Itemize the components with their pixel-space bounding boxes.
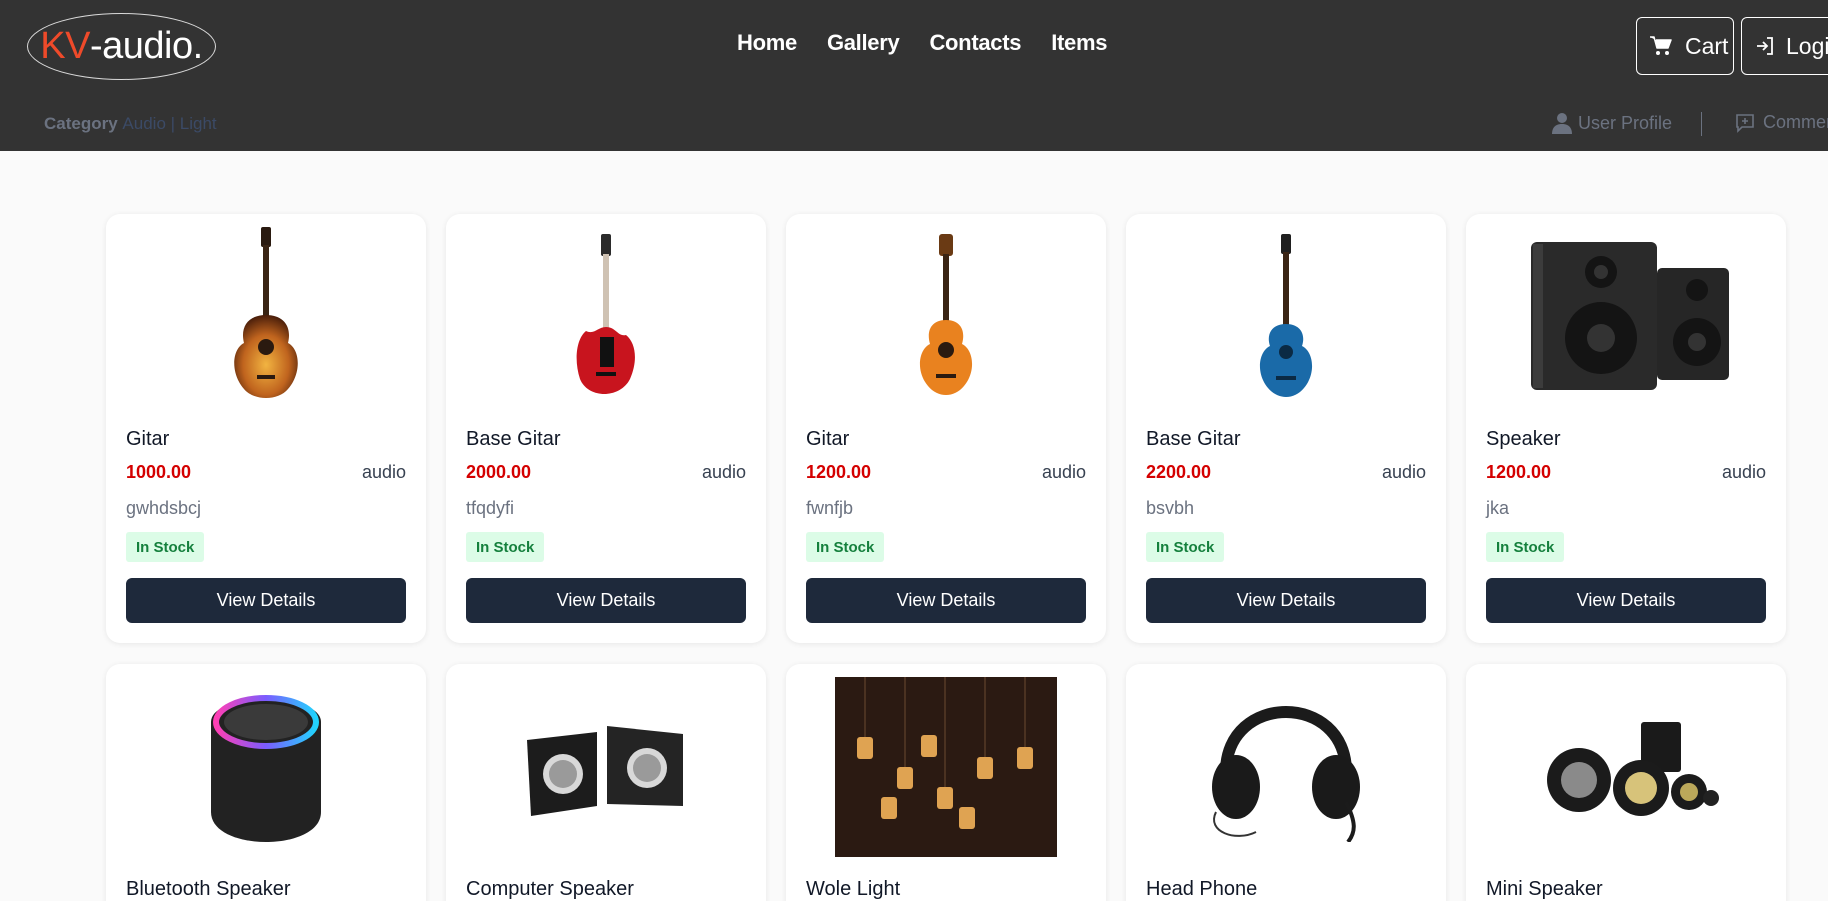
comments-label: Comments [1763, 112, 1828, 132]
product-description: jka [1486, 498, 1510, 518]
product-name: Speaker [1486, 428, 1561, 450]
brand-suffix: -audio. [90, 25, 203, 67]
product-description: fwnfjb [806, 498, 854, 518]
computer-speakers-icon [527, 726, 683, 816]
cart-icon [1650, 36, 1672, 55]
view-details-button[interactable]: View Details [806, 578, 1086, 623]
product-image[interactable] [1486, 672, 1766, 862]
jar-chandelier-icon [835, 677, 1057, 857]
product-category: audio [1721, 462, 1766, 482]
bluetooth-speaker-icon [211, 695, 321, 842]
bookshelf-speakers-icon [1531, 241, 1729, 390]
cart-button[interactable]: Cart [1636, 17, 1734, 75]
product-price: 1200.00 [806, 462, 872, 482]
product-image[interactable] [806, 672, 1086, 862]
view-details-button[interactable]: View Details [1146, 578, 1426, 623]
product-name: Base Gitar [1146, 428, 1241, 450]
product-name: Base Gitar [466, 428, 561, 450]
product-image[interactable] [1146, 672, 1426, 862]
classical-guitar-icon [919, 234, 973, 395]
stock-badge: In Stock [466, 532, 545, 562]
brand-logo[interactable]: KV -audio. [27, 13, 216, 80]
product-card: Gitar 1000.00 audio gwhdsbcj In Stock Vi… [106, 214, 426, 643]
product-card: Computer Speaker [446, 664, 766, 901]
nav-home[interactable]: Home [737, 30, 797, 56]
stock-badge: In Stock [126, 532, 205, 562]
product-name: Bluetooth Speaker [126, 878, 291, 900]
product-card: Bluetooth Speaker [106, 664, 426, 901]
acoustic-guitar-icon [234, 226, 298, 398]
product-image[interactable] [126, 672, 406, 862]
view-details-button[interactable]: View Details [466, 578, 746, 623]
product-category: audio [1381, 462, 1426, 482]
headphones-icon [1212, 706, 1360, 842]
product-description: bsvbh [1146, 498, 1195, 518]
car-speaker-set-icon [1547, 722, 1719, 816]
product-name: Gitar [806, 428, 850, 450]
user-profile-link[interactable]: User Profile [1552, 112, 1672, 134]
product-image[interactable] [466, 222, 746, 412]
product-description: tfqdyfi [466, 498, 515, 518]
product-card: Base Gitar 2200.00 audio bsvbh In Stock … [1126, 214, 1446, 643]
product-image[interactable] [126, 222, 406, 412]
product-name: Computer Speaker [466, 878, 634, 900]
comment-icon [1736, 113, 1754, 133]
product-price: 1000.00 [126, 462, 192, 482]
top-header: KV -audio. Home Gallery Contacts Items Ca… [0, 0, 1828, 151]
product-name: Mini Speaker [1486, 878, 1603, 900]
category-label: Category [44, 114, 118, 133]
product-image[interactable] [806, 222, 1086, 412]
subbar-divider [1701, 112, 1702, 136]
stock-badge: In Stock [806, 532, 885, 562]
product-card: Base Gitar 2000.00 audio tfqdyfi In Stoc… [446, 214, 766, 643]
product-card: Speaker 1200.00 audio jka In Stock View … [1466, 214, 1786, 643]
cart-label: Cart [1685, 32, 1729, 59]
product-name: Head Phone [1146, 878, 1258, 900]
product-image[interactable] [1146, 222, 1426, 412]
product-card: Gitar 1200.00 audio fwnfjb In Stock View… [786, 214, 1106, 643]
nav-contacts[interactable]: Contacts [929, 30, 1021, 56]
product-price: 2200.00 [1146, 462, 1212, 482]
electric-guitar-icon [576, 234, 635, 394]
nav-items[interactable]: Items [1051, 30, 1107, 56]
product-image[interactable] [1486, 222, 1766, 412]
brand-prefix: KV [40, 25, 90, 67]
product-name: Wole Light [806, 878, 901, 900]
category-links[interactable]: Audio | Light [122, 114, 216, 133]
product-category: audio [701, 462, 746, 482]
product-name: Gitar [126, 428, 170, 450]
product-card: Head Phone [1126, 664, 1446, 901]
comments-link[interactable]: Comments [1735, 112, 1828, 133]
product-price: 2000.00 [466, 462, 532, 482]
product-category: audio [1041, 462, 1086, 482]
main-nav: Home Gallery Contacts Items [737, 30, 1107, 56]
login-icon [1757, 37, 1773, 55]
user-profile-label: User Profile [1578, 112, 1673, 133]
user-icon [1552, 113, 1572, 134]
product-image[interactable] [466, 672, 746, 862]
nav-gallery[interactable]: Gallery [827, 30, 900, 56]
login-button[interactable]: Login [1741, 17, 1828, 75]
login-label: Login [1786, 32, 1828, 59]
product-price: 1200.00 [1486, 462, 1552, 482]
stock-badge: In Stock [1146, 532, 1225, 562]
product-description: gwhdsbcj [126, 498, 202, 518]
blue-acoustic-guitar-icon [1259, 234, 1313, 397]
view-details-button[interactable]: View Details [126, 578, 406, 623]
view-details-button[interactable]: View Details [1486, 578, 1766, 623]
category-bar: Category Audio | Light [44, 114, 217, 134]
product-category: audio [361, 462, 406, 482]
product-card: Wole Light [786, 664, 1106, 901]
stock-badge: In Stock [1486, 532, 1565, 562]
product-card: Mini Speaker [1466, 664, 1786, 901]
